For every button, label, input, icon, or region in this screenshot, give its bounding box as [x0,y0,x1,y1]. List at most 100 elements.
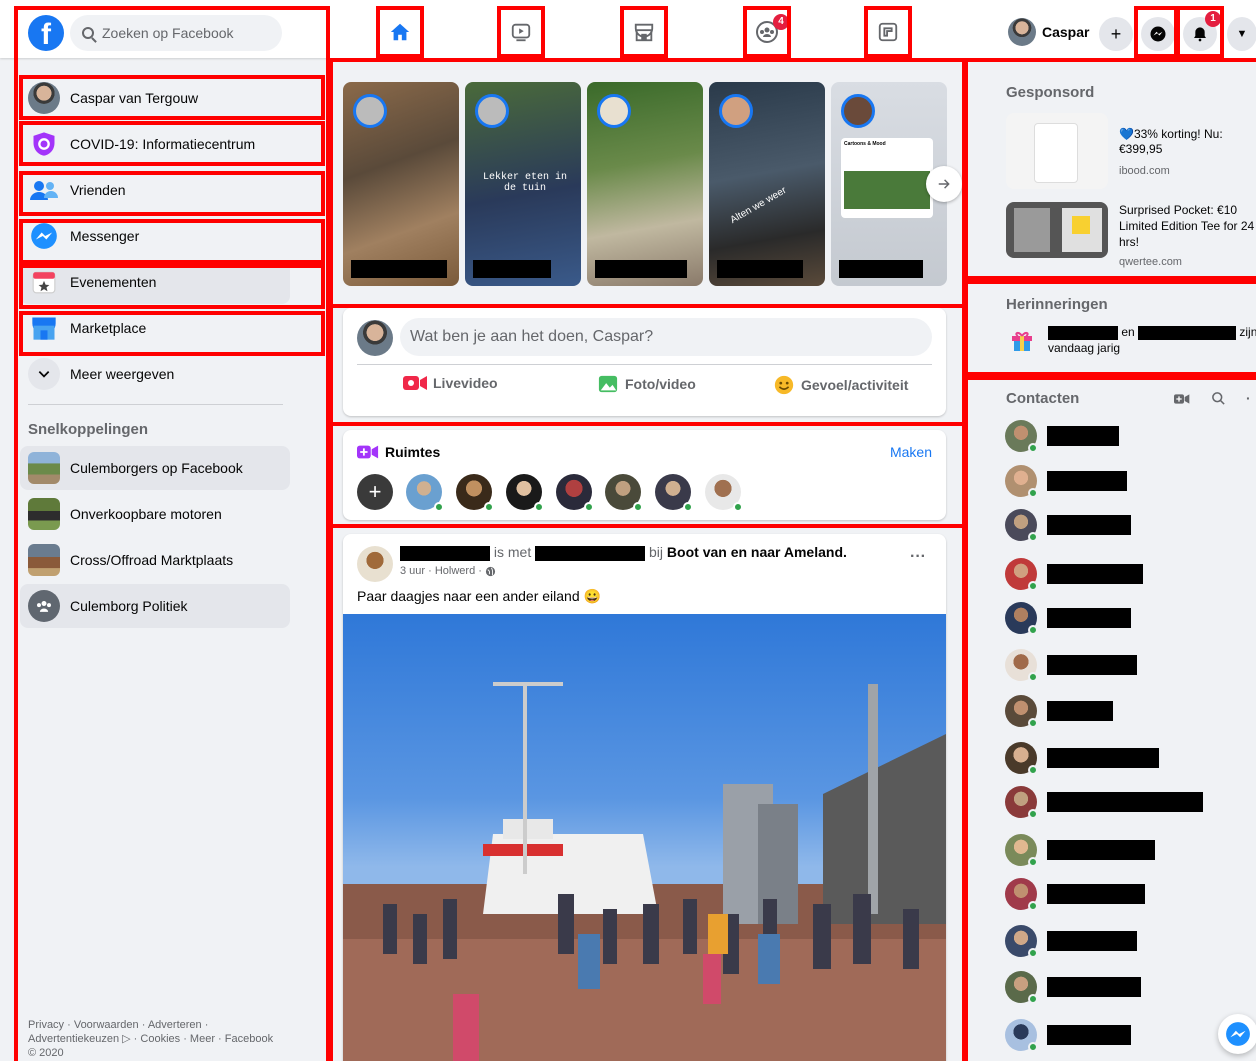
create-button[interactable]: + [1099,17,1133,51]
feeling-activity-button[interactable]: Gevoel/activiteit [773,374,908,396]
sidebar-show-more[interactable]: Meer weergeven [20,352,290,396]
contact-avatar [1005,695,1038,728]
post-header-line: is met bij Boot van en naar Ameland. [400,544,847,561]
shortcut-culemborg-politiek[interactable]: Culemborg Politiek [20,584,290,628]
rooms-create-link[interactable]: Maken [890,444,932,460]
new-message-button[interactable] [1218,1014,1256,1054]
story-card[interactable] [343,82,459,286]
sidebar-item-marketplace[interactable]: Marketplace [20,306,290,350]
live-video-label: Livevideo [433,375,498,391]
stories-next-button[interactable] [926,166,962,202]
ad-item[interactable]: 💙33% korting! Nu: €399,95 ibood.com [1006,113,1256,193]
notifications-button[interactable]: 1 [1183,11,1221,51]
contact-avatar [1005,971,1038,1004]
nav-groups-tab[interactable]: 4 [745,12,789,52]
story-author-redacted [595,260,687,278]
messenger-button[interactable] [1141,17,1175,51]
group-thumbnail [28,498,60,530]
facebook-logo[interactable]: f [28,15,64,51]
contact-item[interactable] [1005,782,1245,822]
contact-item[interactable] [1005,554,1245,594]
composer-input[interactable]: Wat ben je aan het doen, Caspar? [400,318,932,356]
messenger-icon [1150,26,1166,42]
shortcut-cross-offroad[interactable]: Cross/Offroad Marktplaats [20,538,290,582]
contact-item[interactable] [1005,1015,1245,1055]
sidebar-item-events[interactable]: Evenementen [20,260,290,304]
room-contact-avatar[interactable] [705,474,743,512]
contact-item[interactable] [1005,738,1245,778]
contact-name-redacted [1047,655,1137,675]
contact-avatar [1005,465,1038,498]
shortcut-onverkoopbare-motoren[interactable]: Onverkoopbare motoren [20,492,290,536]
search-placeholder: Zoeken op Facebook [102,25,234,41]
online-indicator [534,502,544,512]
footer-links-line2[interactable]: Advertentiekeuzen ▷ · Cookies · Meer · F… [28,1032,308,1046]
account-menu-button[interactable]: ▼ [1227,17,1256,51]
contact-item[interactable] [1005,874,1245,914]
story-card[interactable] [587,82,703,286]
post-time-location[interactable]: 3 uur · Holwerd · [400,565,482,577]
ferry-harbor-scene [343,682,946,1061]
post-place-link[interactable]: Boot van en naar Ameland. [667,544,847,560]
shortcut-label: Culemborgers op Facebook [70,460,243,476]
new-room-icon[interactable] [1174,392,1190,409]
online-indicator [1028,625,1038,635]
contact-item[interactable] [1005,645,1245,685]
room-contact-avatar[interactable] [655,474,693,512]
birthday-name-redacted [1138,325,1237,340]
sidebar-item-covid[interactable]: COVID-19: Informatiecentrum [20,122,290,166]
story-card[interactable]: Alten we weer [709,82,825,286]
room-contact-avatar[interactable] [506,474,544,512]
online-indicator [733,502,743,512]
live-video-button[interactable]: Livevideo [403,374,498,392]
contact-item[interactable] [1005,967,1245,1007]
post-author-avatar[interactable] [357,546,393,582]
shortcut-culemborgers[interactable]: Culemborgers op Facebook [20,446,290,490]
contacts-options-icon[interactable]: · [1246,390,1251,406]
messenger-icon [1226,1022,1250,1046]
nav-marketplace-tab[interactable] [622,12,666,52]
contact-name-redacted [1047,515,1131,535]
photo-video-button[interactable]: Foto/video [597,374,696,394]
bell-icon [1194,27,1206,42]
contact-item[interactable] [1005,461,1245,501]
post-at-text: bij [649,544,664,560]
story-shared-post: Cartoons & Mood [841,138,933,218]
room-contact-avatar[interactable] [406,474,444,512]
contact-item[interactable] [1005,691,1245,731]
search-input[interactable]: Zoeken op Facebook [70,15,282,51]
online-indicator [434,502,444,512]
ad-item[interactable]: Surprised Pocket: €10 Limited Edition Te… [1006,202,1256,268]
sidebar-item-profile[interactable]: Caspar van Tergouw [20,76,290,120]
contact-avatar [1005,558,1038,591]
sidebar-item-messenger[interactable]: Messenger [20,214,290,258]
footer-links-line1[interactable]: Privacy · Voorwaarden · Adverteren · [28,1018,308,1032]
room-contact-avatar[interactable] [456,474,494,512]
post-tagged-redacted[interactable] [535,545,646,561]
post-author-redacted[interactable] [400,545,490,561]
globe-icon [485,566,496,576]
contact-item[interactable] [1005,921,1245,961]
messenger-icon [28,220,60,252]
birthday-reminder[interactable]: en zijn vandaag jarig [1048,324,1256,356]
sidebar-item-label: COVID-19: Informatiecentrum [70,136,256,152]
sidebar-item-friends[interactable]: Vrienden [20,168,290,212]
contact-name-redacted [1047,701,1113,721]
post-options-button[interactable]: ··· [910,548,926,566]
room-contact-avatar[interactable] [605,474,643,512]
post-photo[interactable] [343,614,946,1061]
contact-item[interactable] [1005,505,1245,545]
contact-item[interactable] [1005,416,1245,456]
online-indicator [683,502,693,512]
nav-watch-tab[interactable] [499,12,543,52]
contacts-search-icon[interactable] [1211,391,1226,409]
contact-item[interactable] [1005,830,1245,870]
nav-gaming-tab[interactable] [866,12,910,52]
nav-home-tab[interactable] [378,12,422,52]
profile-shortcut[interactable]: Caspar [1008,18,1089,46]
room-contact-avatar[interactable] [556,474,594,512]
story-card[interactable]: Lekker eten in de tuin [465,82,581,286]
create-room-button[interactable]: + [357,474,393,510]
contact-item[interactable] [1005,598,1245,638]
contact-avatar [1005,834,1038,867]
